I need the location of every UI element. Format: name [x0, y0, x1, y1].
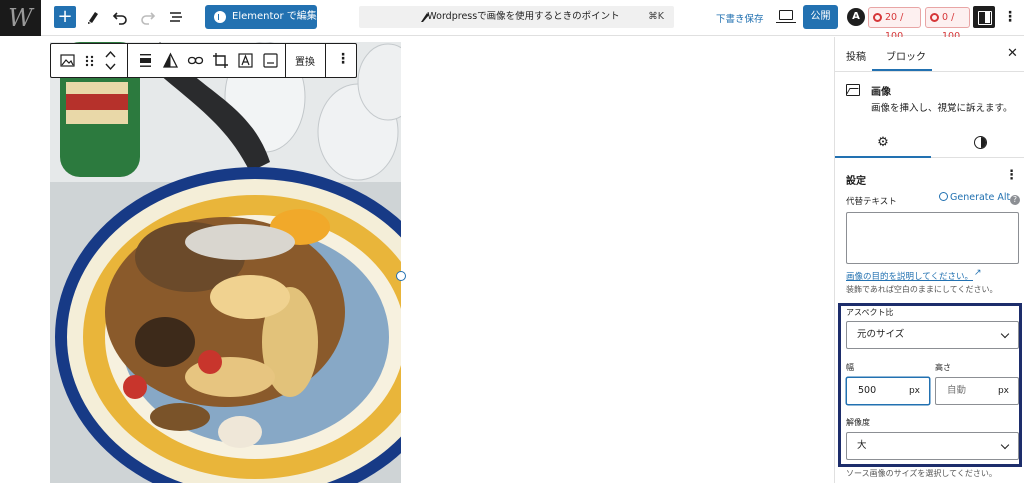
caption-icon[interactable] — [262, 52, 279, 69]
generate-alt-icon — [939, 192, 948, 201]
toolbar-separator — [127, 44, 128, 77]
aspect-ratio-value: 元のサイズ — [857, 329, 905, 340]
redo-icon[interactable] — [137, 6, 159, 28]
block-card-title: 画像 — [871, 87, 891, 98]
readability-score-badge[interactable]: 0 / 100 — [925, 7, 970, 42]
settings-sidebar-toggle[interactable] — [973, 6, 995, 28]
sidebar-tabs: 投稿 ブロック ✕ — [835, 37, 1024, 72]
elementor-icon — [214, 11, 226, 23]
toolbar-separator — [325, 44, 326, 77]
replace-button[interactable]: 置換 — [295, 53, 315, 68]
generate-alt-button[interactable]: Generate Alt — [939, 192, 1010, 203]
link-icon[interactable] — [187, 52, 204, 69]
pen-nib-icon — [421, 13, 429, 22]
help-icon[interactable]: ? — [1010, 195, 1020, 205]
crop-icon[interactable] — [212, 52, 229, 69]
aspect-ratio-select[interactable]: 元のサイズ — [846, 321, 1019, 349]
save-draft-button[interactable]: 下書き保存 — [716, 11, 764, 25]
food-photo — [50, 42, 401, 483]
text-overlay-icon[interactable] — [237, 52, 254, 69]
document-overview-icon[interactable] — [165, 6, 187, 28]
resolution-help: ソース画像のサイズを選択してください。 — [846, 469, 997, 478]
seo-score-icon — [873, 13, 882, 22]
active-tab-indicator — [872, 69, 932, 71]
resolution-label: 解像度 — [846, 418, 870, 427]
width-field[interactable]: 500 px — [846, 377, 930, 405]
command-shortcut: ⌘K — [648, 11, 664, 22]
site-logo[interactable]: W — [0, 0, 41, 36]
options-more-icon[interactable]: ⋮ — [1003, 8, 1017, 26]
external-link-icon: ↗ — [974, 268, 982, 278]
active-subtab-indicator — [835, 156, 931, 158]
chevron-down-icon — [1000, 440, 1010, 450]
seo-score-badge[interactable]: 20 / 100 — [868, 7, 921, 42]
block-inspector-tabs: ⚙ — [835, 130, 1024, 158]
alt-text-field[interactable] — [846, 212, 1019, 264]
drag-handle-icon[interactable] — [81, 52, 98, 69]
aioseo-icon[interactable]: A — [847, 8, 865, 26]
width-unit: px — [908, 386, 920, 396]
publish-button[interactable]: 公開 — [803, 5, 838, 29]
document-title: Wordpressで画像を使用するときのポイント — [427, 11, 620, 22]
settings-panel-title[interactable]: 設定 — [846, 172, 866, 187]
readability-score-icon — [930, 13, 939, 22]
height-label: 高さ — [935, 363, 951, 372]
block-toolbar: 置換 ⋮ — [50, 43, 357, 78]
command-palette-bar[interactable]: Wordpressで画像を使用するときのポイント ⌘K — [359, 6, 674, 28]
add-block-button[interactable]: + — [54, 6, 76, 28]
width-label: 幅 — [846, 363, 854, 372]
tab-block[interactable]: ブロック — [886, 48, 926, 63]
editor-header: W + Elementor で編集 Wordpressで画像を使用するときのポイ… — [0, 0, 1024, 42]
image-icon — [846, 84, 860, 96]
block-options-button[interactable]: ⋮ — [336, 51, 350, 67]
image-block-icon[interactable] — [59, 52, 76, 69]
undo-icon[interactable] — [109, 6, 131, 28]
aspect-ratio-label: アスペクト比 — [846, 308, 894, 317]
close-icon[interactable]: ✕ — [1007, 46, 1018, 61]
move-up-down-icon[interactable] — [102, 48, 119, 73]
pen-tool-icon[interactable] — [82, 6, 104, 28]
settings-sidebar: 投稿 ブロック ✕ 画像 画像を挿入し、視覚に訴えます。 ⚙ 設定 ⋮ 代替テキ… — [834, 37, 1024, 483]
styles-icon[interactable] — [974, 136, 987, 149]
duotone-icon[interactable] — [162, 52, 179, 69]
alt-text-label: 代替テキスト — [846, 197, 897, 207]
edit-with-elementor-button[interactable]: Elementor で編集 — [205, 5, 317, 29]
image-resize-handle[interactable] — [396, 271, 406, 281]
resolution-select[interactable]: 大 — [846, 432, 1019, 460]
width-value: 500 — [858, 385, 877, 396]
block-card-description: 画像を挿入し、視覚に訴えます。 — [871, 103, 1013, 114]
gear-icon[interactable]: ⚙ — [876, 136, 890, 150]
alt-text-help: 装飾であれば空白のままにしてください。 — [846, 285, 998, 294]
tab-post[interactable]: 投稿 — [846, 48, 866, 63]
resolution-value: 大 — [857, 440, 867, 451]
height-placeholder: 自動 — [947, 385, 967, 396]
alt-text-purpose-link[interactable]: 画像の目的を説明してください。 — [846, 270, 973, 282]
preview-icon[interactable] — [776, 10, 796, 23]
toolbar-separator — [285, 44, 286, 77]
align-icon[interactable] — [137, 52, 154, 69]
settings-more-icon[interactable]: ⋮ — [1005, 168, 1018, 183]
height-field[interactable]: 自動 px — [935, 377, 1019, 405]
selected-image-block[interactable] — [50, 42, 401, 483]
height-unit: px — [997, 386, 1009, 396]
chevron-down-icon — [1000, 329, 1010, 339]
generate-alt-label: Generate Alt — [950, 192, 1011, 203]
elementor-button-label: Elementor で編集 — [232, 11, 317, 22]
